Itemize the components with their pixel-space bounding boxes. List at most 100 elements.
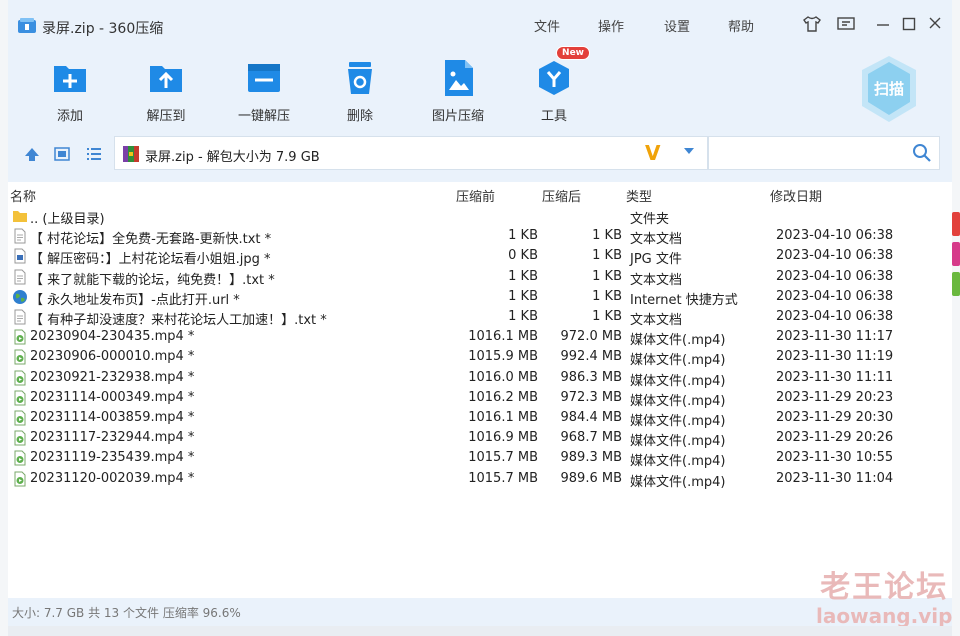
image-compress-button[interactable]: 图片压缩	[418, 58, 498, 128]
file-compressed-size: 0 KB	[508, 248, 538, 264]
file-list: 名称 压缩前 压缩后 类型 修改日期 .. (上级目录) 文件夹【 村花论坛】全免…	[8, 182, 952, 598]
file-row[interactable]: 20231114-000349.mp4 * 1016.2 MB 972.3 MB 媒体…	[8, 388, 952, 409]
file-modified-date: 2023-11-30 10:55	[776, 450, 894, 466]
app-logo-icon	[18, 18, 36, 33]
menu-file[interactable]: 文件	[534, 16, 560, 35]
file-type: 媒体文件(.mp4)	[630, 434, 726, 450]
column-header-name[interactable]: 名称	[10, 186, 36, 205]
file-original-size: 1 KB	[592, 268, 622, 284]
watermark-url: laowang.vip	[816, 604, 952, 626]
video-file-icon	[12, 370, 28, 386]
file-original-size: 1 KB	[592, 288, 622, 304]
file-type: Internet 快捷方式	[630, 292, 738, 308]
header-area: 录屏.zip - 360压缩 文件 操作 设置 帮助 添加 解压到 一键解压 删…	[8, 0, 952, 182]
close-button[interactable]	[924, 14, 946, 36]
file-name: 【 解压密码：】上村花论坛看小姐姐.jpg *	[30, 252, 271, 268]
folder-icon	[12, 208, 28, 224]
file-row[interactable]: 【 解压密码：】上村花论坛看小姐姐.jpg * 0 KB 1 KB JPG 文件 202…	[8, 246, 952, 268]
text-file-icon	[12, 309, 28, 325]
file-name: 20231117-232944.mp4 *	[30, 430, 195, 446]
file-row[interactable]: 【 来了就能下载的论坛，纯免费！】.txt * 1 KB 1 KB 文本文档 2023-…	[8, 267, 952, 288]
file-name: 20231119-235439.mp4 *	[30, 450, 195, 466]
search-input[interactable]	[708, 136, 940, 170]
file-name: .. (上级目录)	[30, 212, 105, 227]
file-row[interactable]: 20231114-003859.mp4 * 1016.1 MB 984.4 MB 媒体…	[8, 408, 952, 429]
menu-help[interactable]: 帮助	[728, 16, 754, 35]
skin-button[interactable]	[801, 14, 823, 36]
video-file-icon	[12, 390, 28, 406]
feedback-button[interactable]	[835, 14, 857, 36]
file-compressed-size: 1015.7 MB	[468, 450, 538, 466]
view-list-button[interactable]	[86, 146, 102, 166]
text-file-icon	[12, 228, 28, 244]
file-modified-date: 2023-11-29 20:26	[776, 430, 894, 446]
file-name: 【 来了就能下载的论坛，纯免费！】.txt *	[30, 272, 275, 288]
view-thumbnail-button[interactable]	[54, 146, 70, 166]
file-compressed-size: 1016.1 MB	[468, 410, 538, 425]
column-header-compressed[interactable]: 压缩前	[456, 186, 495, 205]
extract-to-button[interactable]: 解压到	[126, 58, 206, 128]
scan-button[interactable]: 扫描	[858, 54, 920, 124]
window-title: 录屏.zip - 360压缩	[42, 21, 164, 37]
video-file-icon	[12, 450, 28, 466]
file-modified-date: 2023-04-10 06:38	[776, 288, 894, 304]
file-row[interactable]: 20230906-000010.mp4 * 1015.9 MB 992.4 MB 媒体…	[8, 347, 952, 369]
search-icon[interactable]	[912, 143, 932, 163]
arrow-up-icon	[25, 148, 39, 161]
file-name: 20231120-002039.mp4 *	[30, 470, 195, 486]
file-type: 文本文档	[630, 232, 683, 248]
file-compressed-size: 1 KB	[508, 309, 538, 324]
up-folder-button[interactable]	[24, 146, 40, 166]
file-compressed-size: 1015.9 MB	[468, 349, 538, 365]
shirt-icon	[803, 16, 821, 32]
file-row[interactable]: 【 村花论坛】全免费-无套路-更新快.txt * 1 KB 1 KB 文本文档 2023…	[8, 226, 952, 248]
file-row[interactable]: 【 有种子却没速度？来村花论坛人工加速！】.txt * 1 KB 1 KB 文本文档 2…	[8, 307, 952, 328]
file-type: JPG 文件	[630, 252, 682, 268]
one-click-extract-button[interactable]: 一键解压	[224, 58, 304, 128]
menu-operate[interactable]: 操作	[598, 16, 624, 35]
file-original-size: 972.0 MB	[560, 329, 622, 345]
tools-label: 工具	[540, 109, 567, 124]
image-file-icon	[12, 248, 28, 264]
minimize-button[interactable]	[872, 14, 894, 36]
file-original-size: 1 KB	[592, 228, 622, 244]
column-header-original[interactable]: 压缩后	[542, 186, 581, 205]
file-compressed-size: 1015.7 MB	[468, 470, 538, 486]
file-modified-date: 2023-04-10 06:38	[776, 228, 894, 244]
file-modified-date: 2023-11-30 11:04	[776, 470, 894, 486]
file-original-size: 972.3 MB	[560, 389, 622, 405]
menu-settings[interactable]: 设置	[664, 16, 690, 35]
file-type: 媒体文件(.mp4)	[630, 454, 726, 470]
file-row[interactable]: 【 永久地址发布页】-点此打开.url * 1 KB 1 KB Internet 快捷…	[8, 287, 952, 308]
address-bar[interactable]: 录屏.zip - 解包大小为 7.9 GB V	[114, 136, 708, 170]
background-fragment	[952, 212, 960, 236]
column-header-type[interactable]: 类型	[626, 186, 652, 205]
file-modified-date: 2023-11-30 11:11	[776, 369, 894, 385]
column-header-modified[interactable]: 修改日期	[770, 186, 822, 205]
file-original-size: 1 KB	[592, 309, 622, 324]
add-button[interactable]: 添加	[30, 58, 110, 128]
file-type: 媒体文件(.mp4)	[630, 353, 726, 369]
file-row[interactable]: 20230904-230435.mp4 * 1016.1 MB 972.0 MB 媒体…	[8, 327, 952, 348]
file-row[interactable]: 20231117-232944.mp4 * 1016.9 MB 968.7 MB 媒体…	[8, 428, 952, 450]
tools-button[interactable]: New 工具	[514, 46, 594, 128]
file-name: 20230921-232938.mp4 *	[30, 369, 195, 385]
file-row[interactable]: 20231120-002039.mp4 * 1015.7 MB 989.6 MB 媒体…	[8, 469, 952, 490]
status-text: 大小: 7.7 GB 共 13 个文件 压缩率 96.6%	[12, 606, 241, 620]
background-fragment	[952, 272, 960, 296]
file-name: 【 村花论坛】全免费-无套路-更新快.txt *	[30, 232, 272, 248]
tools-icon	[539, 61, 569, 95]
delete-button[interactable]: 删除	[320, 58, 400, 128]
background-fragment	[952, 242, 960, 266]
add-icon	[54, 66, 86, 92]
file-row[interactable]: 20231119-235439.mp4 * 1015.7 MB 989.3 MB 媒体…	[8, 448, 952, 470]
file-row[interactable]: 20230921-232938.mp4 * 1016.0 MB 986.3 MB 媒体…	[8, 368, 952, 389]
maximize-button[interactable]	[898, 14, 920, 36]
address-text: 录屏.zip - 解包大小为 7.9 GB	[145, 150, 320, 165]
address-dropdown-button[interactable]	[683, 145, 695, 160]
file-name: 20231114-000349.mp4 *	[30, 389, 195, 405]
file-row[interactable]: .. (上级目录) 文件夹	[8, 206, 952, 227]
one-click-extract-icon	[248, 64, 280, 92]
image-compress-label: 图片压缩	[431, 109, 484, 124]
list-view-icon	[87, 148, 101, 160]
